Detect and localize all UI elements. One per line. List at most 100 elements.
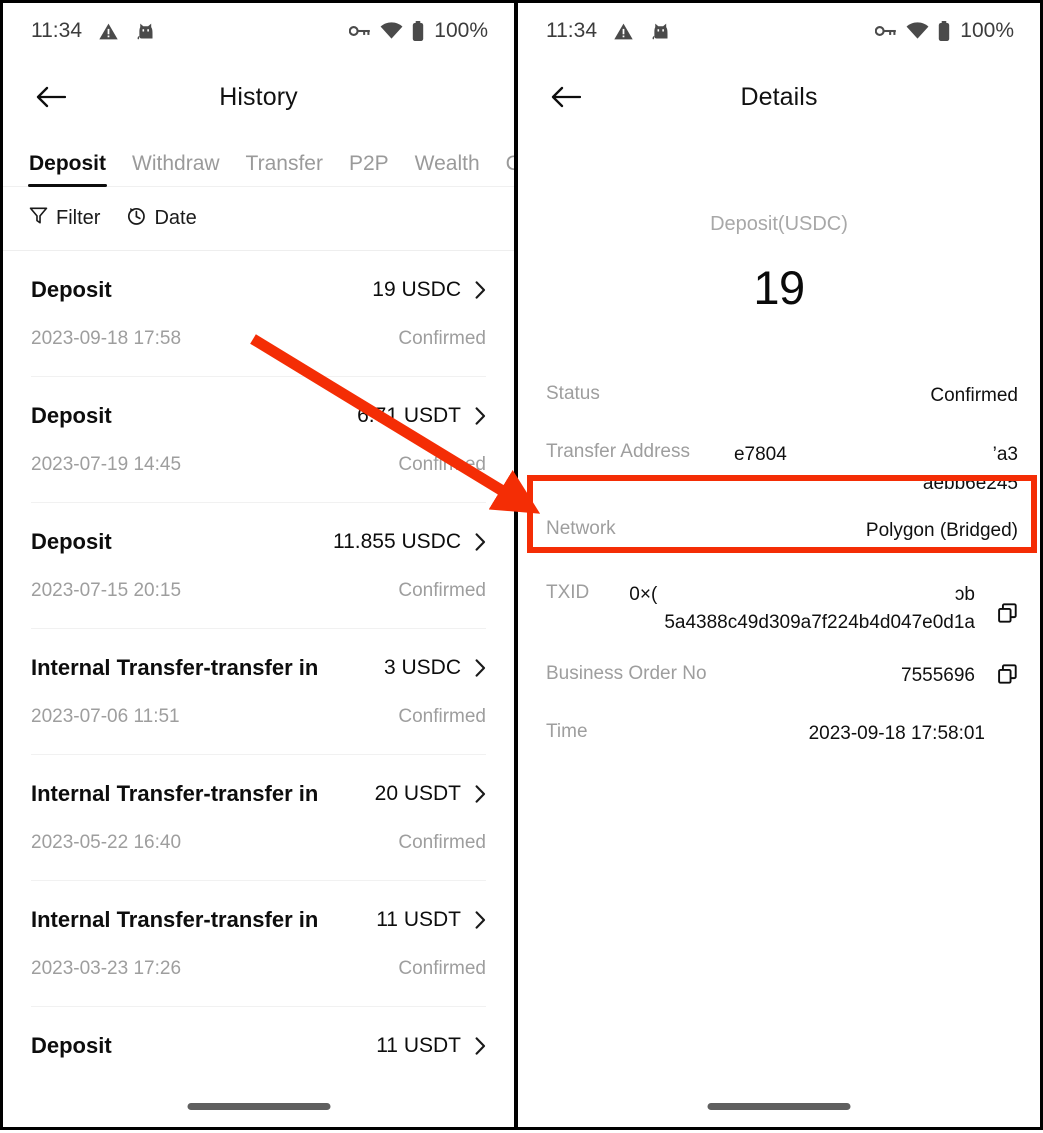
vpn-key-icon (349, 23, 371, 39)
back-button-details[interactable] (546, 77, 586, 117)
transaction-date: 2023-07-19 14:45 (31, 454, 181, 476)
copy-icon[interactable] (997, 603, 1018, 624)
details-row-business-order-no: Business Order No 7555696 (546, 653, 1018, 711)
tab-commission[interactable]: Commiss (506, 152, 514, 187)
transfer-address-line2: aebb6e245 (923, 473, 1018, 494)
screenshot-root: 11:34 (0, 0, 1043, 1130)
transaction-status: Confirmed (398, 580, 486, 602)
transaction-row-6[interactable]: Deposit 11 USDT (3, 1007, 514, 1085)
transaction-row-3[interactable]: Internal Transfer-transfer in 3 USDC 202… (3, 629, 514, 755)
back-button-history[interactable] (31, 77, 71, 117)
status-value: Confirmed (610, 382, 1018, 410)
details-row-network: Network Polygon (Bridged) (546, 508, 1018, 566)
chevron-right-icon (475, 281, 486, 299)
status-bar-right: 11:34 (518, 3, 1040, 59)
transaction-amount: 20 USDT (375, 782, 461, 806)
details-amount-value: 19 (518, 260, 1040, 315)
status-bar-right-group: 100% (349, 19, 488, 43)
txid-label: TXID (546, 581, 589, 604)
transaction-date: 2023-03-23 17:26 (31, 958, 181, 980)
battery-icon (412, 21, 424, 41)
details-app-bar: Details (518, 59, 1040, 135)
transaction-status: Confirmed (398, 958, 486, 980)
tab-deposit[interactable]: Deposit (29, 152, 106, 187)
network-label: Network (546, 517, 616, 540)
status-bar-left: 11:34 (3, 3, 514, 59)
status-bar-right-group: 100% (875, 19, 1014, 43)
funnel-icon (29, 206, 48, 231)
details-row-time: Time 2023-09-18 17:58:01 (546, 711, 1018, 769)
chevron-right-icon (475, 911, 486, 929)
home-indicator-left[interactable] (187, 1103, 330, 1110)
history-panel: 11:34 (3, 3, 518, 1127)
transaction-title: Internal Transfer-transfer in (31, 655, 318, 681)
page-title-history: History (3, 83, 514, 112)
details-panel: 11:34 (518, 3, 1040, 1127)
transaction-row-4[interactable]: Internal Transfer-transfer in 20 USDT 20… (3, 755, 514, 881)
transfer-address-label: Transfer Address (546, 440, 690, 463)
transaction-title: Deposit (31, 529, 112, 555)
status-bar-left-group: 11:34 (546, 19, 671, 43)
date-label: Date (154, 207, 196, 230)
transaction-amount: 6.71 USDT (357, 404, 461, 428)
warning-triangle-icon (98, 21, 119, 42)
transaction-date: 2023-05-22 16:40 (31, 832, 181, 854)
page-title-details: Details (518, 83, 1040, 112)
home-indicator-right[interactable] (708, 1103, 851, 1110)
transaction-row-2[interactable]: Deposit 11.855 USDC 2023-07-15 20:15 Con… (3, 503, 514, 629)
battery-percentage: 100% (960, 19, 1014, 43)
battery-icon (938, 21, 950, 41)
cat-icon (135, 21, 156, 42)
business-order-no-value: 7555696 (717, 662, 975, 690)
wifi-icon (906, 22, 929, 40)
transaction-amount: 19 USDC (372, 278, 461, 302)
copy-icon[interactable] (997, 664, 1018, 685)
transfer-address-value: e7804 ’a3 aebb6e245 (700, 440, 1018, 499)
details-row-status: Status Confirmed (546, 373, 1018, 431)
transaction-status: Confirmed (398, 832, 486, 854)
status-bar-left-group: 11:34 (31, 19, 156, 43)
tab-withdraw[interactable]: Withdraw (132, 152, 220, 187)
transaction-date: 2023-09-18 17:58 (31, 328, 181, 350)
tab-transfer[interactable]: Transfer (246, 152, 323, 187)
filter-label: Filter (56, 207, 100, 230)
transaction-title: Internal Transfer-transfer in (31, 907, 318, 933)
transaction-title: Deposit (31, 277, 112, 303)
chevron-right-icon (475, 407, 486, 425)
transaction-amount: 3 USDC (384, 656, 461, 680)
transaction-status: Confirmed (398, 706, 486, 728)
transfer-address-suffix: ’a3 (993, 440, 1018, 469)
vpn-key-icon (875, 23, 897, 39)
transaction-list: Deposit 19 USDC 2023-09-18 17:58 Confirm… (3, 251, 514, 1085)
clock-history-icon (126, 206, 146, 232)
transaction-title: Deposit (31, 1033, 112, 1059)
txid-value: 0×( ɔb 5a4388c49d309a7f224b4d047e0d1a (599, 581, 975, 638)
transfer-address-prefix: e7804 (734, 440, 787, 469)
warning-triangle-icon (613, 21, 634, 42)
transaction-amount: 11.855 USDC (333, 530, 461, 554)
history-app-bar: History (3, 59, 514, 135)
date-button[interactable]: Date (126, 206, 196, 232)
txid-suffix: ɔb (955, 581, 975, 610)
bottom-mask-right (518, 1117, 1040, 1127)
details-row-transfer-address: Transfer Address e7804 ’a3 aebb6e245 (546, 431, 1018, 508)
chevron-right-icon (475, 533, 486, 551)
bottom-mask-left (3, 1117, 514, 1127)
filter-bar: Filter Date (3, 187, 514, 251)
transaction-row-1[interactable]: Deposit 6.71 USDT 2023-07-19 14:45 Confi… (3, 377, 514, 503)
status-bar-clock: 11:34 (31, 19, 82, 43)
details-row-txid: TXID 0×( ɔb 5a4388c49d309a7f224b4d047e0d… (546, 566, 1018, 653)
transaction-amount: 11 USDT (376, 1034, 461, 1058)
transaction-date: 2023-07-15 20:15 (31, 580, 181, 602)
business-order-no-label: Business Order No (546, 662, 707, 685)
tab-p2p[interactable]: P2P (349, 152, 389, 187)
battery-percentage: 100% (434, 19, 488, 43)
transaction-status: Confirmed (398, 454, 486, 476)
filter-button[interactable]: Filter (29, 206, 100, 231)
transaction-row-0[interactable]: Deposit 19 USDC 2023-09-18 17:58 Confirm… (3, 251, 514, 377)
details-field-list: Status Confirmed Transfer Address e7804 … (518, 373, 1040, 769)
details-transaction-kind: Deposit(USDC) (518, 213, 1040, 236)
transaction-row-5[interactable]: Internal Transfer-transfer in 11 USDT 20… (3, 881, 514, 1007)
tab-wealth[interactable]: Wealth (415, 152, 480, 187)
status-bar-clock: 11:34 (546, 19, 597, 43)
